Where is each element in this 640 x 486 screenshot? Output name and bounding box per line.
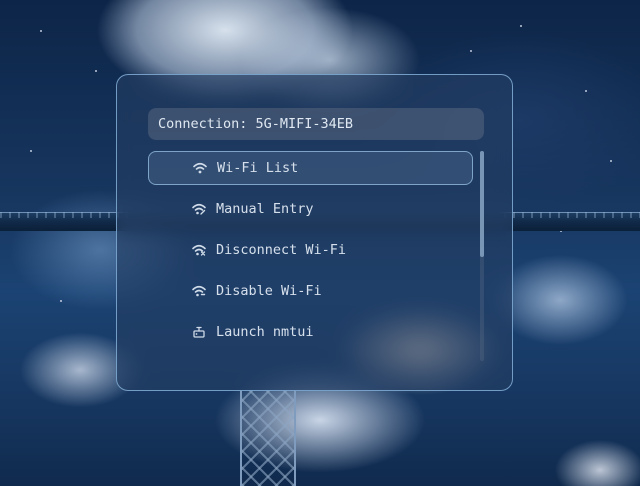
star bbox=[40, 30, 42, 32]
star bbox=[470, 50, 472, 52]
connection-status[interactable]: Connection: 5G-MIFI-34EB bbox=[148, 108, 484, 140]
scrollbar-thumb[interactable] bbox=[480, 151, 484, 257]
menu-list: Wi-Fi List Manual Entry Disconnect Wi-Fi… bbox=[148, 151, 475, 387]
wifi-disconnect-icon bbox=[192, 243, 206, 257]
menu-item-label: Launch nmtui bbox=[216, 324, 314, 340]
menu-item-disable-wifi[interactable]: Disable Wi-Fi bbox=[148, 274, 473, 308]
menu-item-label: Manual Entry bbox=[216, 201, 314, 217]
wifi-edit-icon bbox=[192, 202, 206, 216]
menu-item-launch-nmtui[interactable]: Launch nmtui bbox=[148, 315, 473, 349]
menu-item-disconnect-wifi[interactable]: Disconnect Wi-Fi bbox=[148, 233, 473, 267]
menu-item-manual-entry[interactable]: Manual Entry bbox=[148, 192, 473, 226]
star bbox=[610, 160, 612, 162]
star bbox=[95, 70, 97, 72]
star bbox=[30, 150, 32, 152]
menu-item-wifi-list[interactable]: Wi-Fi List bbox=[148, 151, 473, 185]
star bbox=[585, 90, 587, 92]
star bbox=[520, 25, 522, 27]
menu-item-label: Disconnect Wi-Fi bbox=[216, 242, 347, 258]
star bbox=[60, 300, 62, 302]
wifi-icon bbox=[193, 161, 207, 175]
tower bbox=[240, 390, 296, 486]
menu-item-label: Wi-Fi List bbox=[217, 160, 299, 176]
terminal-icon bbox=[192, 325, 206, 339]
scrollbar[interactable] bbox=[480, 151, 484, 361]
wifi-off-icon bbox=[192, 284, 206, 298]
menu-item-label: Disable Wi-Fi bbox=[216, 283, 322, 299]
wifi-menu-panel: Connection: 5G-MIFI-34EB Wi-Fi List Manu… bbox=[116, 74, 513, 391]
